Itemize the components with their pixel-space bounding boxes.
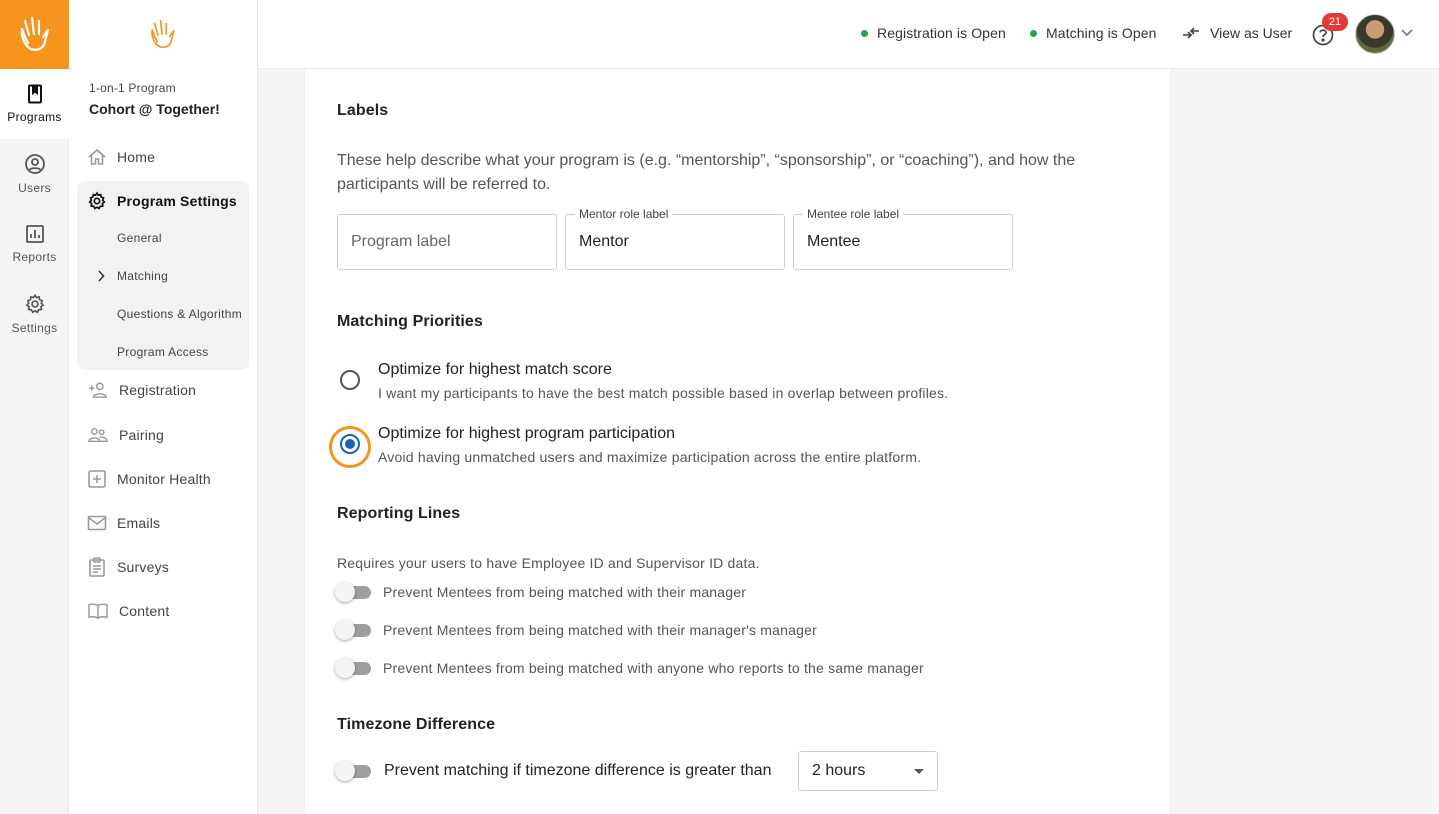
mentee-role-field: Mentee role label	[793, 207, 1013, 270]
rail-label: Programs	[7, 110, 62, 124]
open-book-icon	[88, 603, 108, 620]
gear-icon	[88, 191, 106, 210]
sidebar-logo	[69, 0, 257, 69]
bar-chart-icon	[25, 225, 44, 243]
matching-priorities-heading: Matching Priorities	[337, 313, 483, 330]
matching-status: Matching is Open	[1030, 25, 1157, 41]
rail-item-programs[interactable]: Programs	[0, 69, 69, 139]
sidebar-item-registration[interactable]: Registration	[77, 372, 249, 408]
program-type: 1-on-1 Program	[89, 81, 176, 95]
mentor-role-input[interactable]	[566, 215, 784, 269]
settings-sub-general[interactable]: General	[117, 228, 162, 248]
status-dot	[861, 29, 868, 37]
toggle-switch[interactable]	[335, 657, 373, 679]
option-description: Avoid having unmatched users and maximiz…	[378, 449, 922, 465]
sidebar-item-label: Monitor Health	[117, 471, 211, 487]
program-label-input[interactable]	[338, 215, 556, 269]
plus-box-icon	[88, 470, 106, 488]
sidebar-item-emails[interactable]: Emails	[77, 505, 249, 541]
rail-item-settings[interactable]: Settings	[0, 279, 69, 349]
toggle-switch[interactable]	[335, 760, 373, 782]
rail-item-reports[interactable]: Reports	[0, 209, 69, 279]
sidebar-item-pairing[interactable]: Pairing	[77, 417, 249, 453]
sidebar-item-home[interactable]: Home	[77, 139, 249, 175]
toggle-row-managers-manager: Prevent Mentees from being matched with …	[335, 619, 817, 641]
home-icon	[88, 148, 106, 165]
toggle-label: Prevent Mentees from being matched with …	[383, 584, 747, 600]
sidebar-item-monitor-health[interactable]: Monitor Health	[77, 461, 249, 497]
toggle-label: Prevent Mentees from being matched with …	[383, 622, 817, 638]
sidebar-item-label: Pairing	[119, 427, 164, 443]
sidebar-item-label: Emails	[117, 515, 161, 531]
sidebar-item-program-settings[interactable]: Program Settings	[77, 183, 249, 219]
settings-sub-questions-algorithm[interactable]: Questions & Algorithm	[117, 304, 242, 324]
swap-arrows-icon	[1183, 27, 1199, 39]
radio-button-selected[interactable]	[340, 434, 360, 454]
waving-hand-icon	[20, 16, 49, 51]
envelope-icon	[87, 515, 107, 531]
program-name: Cohort @ Together!	[89, 101, 220, 117]
reporting-requirement: Requires your users to have Employee ID …	[337, 555, 760, 571]
timezone-select[interactable]: 2 hours	[798, 751, 938, 791]
option-title: Optimize for highest program participati…	[378, 425, 676, 442]
sidebar-item-label: Content	[119, 603, 170, 619]
sidebar-item-surveys[interactable]: Surveys	[77, 549, 249, 585]
timezone-heading: Timezone Difference	[337, 716, 496, 733]
mentor-role-field: Mentor role label	[565, 207, 785, 270]
labels-description: These help describe what your program is…	[337, 152, 1076, 193]
sidebar-item-label: Registration	[119, 382, 197, 398]
book-icon	[27, 84, 42, 104]
registration-status-text: Registration is Open	[877, 25, 1006, 41]
rail-item-users[interactable]: Users	[0, 139, 69, 209]
add-user-icon	[89, 382, 107, 398]
radio-button[interactable]	[340, 370, 360, 390]
sidebar-item-label: Surveys	[117, 559, 169, 575]
toggle-label: Prevent Mentees from being matched with …	[383, 660, 924, 676]
waving-hand-icon	[151, 19, 175, 48]
option-description: I want my participants to have the best …	[378, 385, 949, 401]
mentee-role-input[interactable]	[794, 215, 1012, 269]
rail-label: Settings	[11, 321, 58, 335]
app-logo[interactable]	[0, 0, 69, 69]
user-circle-icon	[24, 154, 45, 174]
toggle-row-manager: Prevent Mentees from being matched with …	[335, 581, 746, 603]
option-title: Optimize for highest match score	[378, 361, 612, 378]
select-value: 2 hours	[812, 762, 866, 779]
toggle-row-same-manager: Prevent Mentees from being matched with …	[335, 657, 924, 679]
primary-rail: Programs Users Reports Settings	[0, 0, 69, 814]
matching-status-text: Matching is Open	[1046, 25, 1157, 41]
gear-icon	[25, 293, 44, 314]
chevron-down-icon[interactable]	[1400, 25, 1414, 39]
program-label-field	[337, 214, 557, 270]
settings-sub-matching[interactable]: Matching	[117, 266, 168, 286]
clipboard-icon	[89, 557, 105, 577]
matching-settings-card: Labels These help describe what your pro…	[305, 69, 1170, 814]
sidebar-item-content[interactable]: Content	[77, 593, 249, 629]
notification-badge: 21	[1322, 13, 1348, 31]
rail-label: Users	[18, 181, 51, 195]
program-settings-group: Program Settings General Matching Questi…	[77, 181, 249, 370]
caret-down-icon	[914, 769, 924, 774]
rail-label: Reports	[12, 250, 57, 264]
toggle-row-timezone: Prevent matching if timezone difference …	[335, 760, 771, 782]
view-as-user-label: View as User	[1210, 25, 1293, 41]
toggle-switch[interactable]	[335, 581, 373, 603]
view-as-user-button[interactable]: View as User	[1182, 25, 1292, 41]
sidebar-item-label: Program Settings	[117, 193, 237, 209]
people-icon	[88, 427, 108, 443]
labels-heading: Labels	[337, 102, 389, 119]
status-dot	[1030, 29, 1037, 37]
chevron-right-icon	[98, 270, 105, 282]
registration-status: Registration is Open	[861, 25, 1006, 41]
program-sidebar: 1-on-1 Program Cohort @ Together! Home P…	[69, 0, 258, 814]
avatar[interactable]	[1355, 14, 1395, 54]
sidebar-item-label: Home	[117, 149, 156, 165]
reporting-lines-heading: Reporting Lines	[337, 505, 461, 522]
settings-sub-program-access[interactable]: Program Access	[117, 342, 209, 362]
toggle-switch[interactable]	[335, 619, 373, 641]
toggle-label: Prevent matching if timezone difference …	[384, 762, 772, 779]
top-bar: Registration is Open Matching is Open Vi…	[258, 0, 1439, 69]
